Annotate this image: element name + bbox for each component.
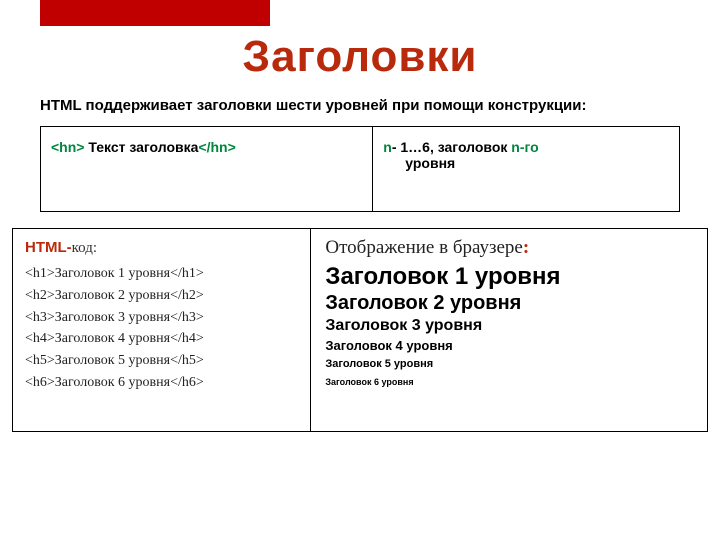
description-cell: n- 1…6, заголовок n-го уровня (373, 127, 680, 212)
tag-close: </h2> (170, 288, 204, 303)
example-code-title: HTML-код: (25, 239, 298, 257)
tag-open: <h2> (25, 288, 55, 303)
code-text: Заголовок 5 уровня (55, 353, 170, 368)
code-line: <h5>Заголовок 5 уровня</h5> (25, 350, 298, 372)
rendered-h2: Заголовок 2 уровня (325, 291, 693, 315)
tag-close: </h5> (170, 353, 204, 368)
example-code-panel: HTML-код: <h1>Заголовок 1 уровня</h1> <h… (13, 229, 311, 431)
tag-open: <h5> (25, 353, 55, 368)
example-render-title: Отображение в браузере: (325, 237, 693, 259)
tag-close: </hn> (198, 139, 235, 155)
syntax-cell: <hn> Текст заголовка</hn> (41, 127, 373, 212)
rendered-h5: Заголовок 5 уровня (325, 356, 693, 374)
tag-open: <h3> (25, 310, 55, 325)
tag-close: </h1> (170, 266, 204, 281)
level-word: уровня (405, 155, 455, 171)
tag-close: </h4> (170, 331, 204, 346)
code-text: Заголовок 1 уровня (55, 266, 170, 281)
example-render-panel: Отображение в браузере: Заголовок 1 уров… (311, 229, 707, 431)
tag-open: <h1> (25, 266, 55, 281)
code-line: <h2>Заголовок 2 уровня</h2> (25, 285, 298, 307)
kod-label: код: (72, 240, 97, 256)
slide: Заголовки HTML поддерживает заголовки ше… (0, 0, 720, 540)
code-line: <h3>Заголовок 3 уровня</h3> (25, 307, 298, 329)
rendered-h4: Заголовок 4 уровня (325, 336, 693, 356)
example-box: HTML-код: <h1>Заголовок 1 уровня</h1> <h… (12, 228, 708, 432)
tag-text: Текст заголовка (84, 139, 198, 155)
code-text: Заголовок 4 уровня (55, 331, 170, 346)
rendered-h1: Заголовок 1 уровня (325, 263, 693, 291)
tag-close: </h3> (170, 310, 204, 325)
rendered-h6: Заголовок 6 уровня (325, 374, 693, 390)
render-title-colon: : (523, 237, 529, 258)
rendered-h3: Заголовок 3 уровня (325, 315, 693, 337)
range-text: - 1…6, заголовок (392, 139, 511, 155)
code-text: Заголовок 6 уровня (55, 375, 170, 390)
page-subtitle: HTML поддерживает заголовки шести уровне… (40, 96, 680, 116)
code-text: Заголовок 3 уровня (55, 310, 170, 325)
accent-bar (40, 0, 270, 26)
code-line: <h1>Заголовок 1 уровня</h1> (25, 263, 298, 285)
tag-open: <h6> (25, 375, 55, 390)
render-title-text: Отображение в браузере (325, 237, 522, 258)
tag-close: </h6> (170, 375, 204, 390)
code-line: <h6>Заголовок 6 уровня</h6> (25, 372, 298, 394)
tag-open: <h4> (25, 331, 55, 346)
table-row: <hn> Текст заголовка</hn> n- 1…6, заголо… (41, 127, 680, 212)
code-text: Заголовок 2 уровня (55, 288, 170, 303)
n-symbol: n (383, 139, 392, 155)
tag-open: <hn> (51, 139, 84, 155)
code-line: <h4>Заголовок 4 уровня</h4> (25, 328, 298, 350)
syntax-table: <hn> Текст заголовка</hn> n- 1…6, заголо… (40, 126, 680, 212)
page-title: Заголовки (0, 32, 720, 82)
nth-text: n-го (511, 139, 538, 155)
html-label: HTML- (25, 239, 72, 256)
